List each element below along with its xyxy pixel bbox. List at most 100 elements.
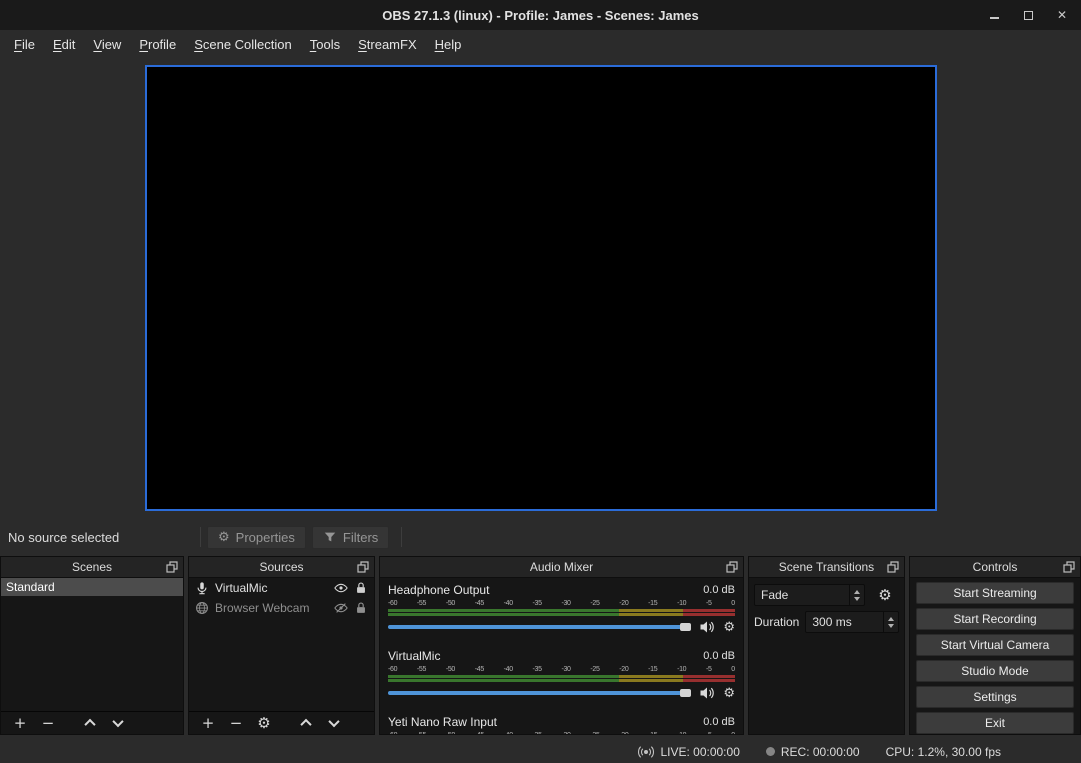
move-source-down-button[interactable] [324, 713, 344, 733]
lock-icon[interactable] [354, 581, 368, 595]
spinner-arrows-icon[interactable] [883, 612, 898, 632]
meter-scale: -60-55-50-45-40-35-30-25-20-15-10-50 [388, 664, 735, 673]
chevron-up-icon [300, 719, 311, 730]
start-virtual-camera-button[interactable]: Start Virtual Camera [916, 634, 1074, 656]
add-source-button[interactable]: + [198, 713, 218, 733]
move-scene-down-button[interactable] [108, 713, 128, 733]
lock-icon[interactable] [354, 601, 368, 615]
dock-title: Controls [973, 560, 1018, 574]
start-streaming-button[interactable]: Start Streaming [916, 582, 1074, 604]
scale-tick: -30 [561, 732, 570, 734]
transition-settings-button[interactable]: ⚙ [875, 585, 895, 605]
sources-dock: Sources VirtualMic Browser Webcam [188, 556, 375, 735]
transition-select[interactable]: Fade [754, 584, 865, 606]
dock-header: Sources [189, 557, 374, 578]
scale-tick: -15 [648, 600, 657, 607]
properties-button[interactable]: ⚙ Properties [207, 526, 306, 549]
remove-source-button[interactable]: − [226, 713, 246, 733]
scale-tick: -5 [706, 600, 712, 607]
preview-canvas[interactable] [145, 65, 937, 511]
broadcast-icon [638, 744, 654, 760]
maximize-button[interactable] [1021, 8, 1035, 22]
scale-tick: -30 [561, 600, 570, 607]
dropdown-arrows-icon [849, 585, 864, 605]
dock-header: Scenes [1, 557, 183, 578]
menu-item[interactable]: Edit [44, 32, 84, 57]
source-item[interactable]: Browser Webcam [189, 598, 374, 618]
volume-slider[interactable] [388, 691, 691, 695]
dock-title: Sources [259, 560, 303, 574]
source-list: VirtualMic Browser Webcam [189, 578, 374, 711]
scale-tick: -25 [590, 666, 599, 673]
source-properties-button[interactable]: ⚙ [254, 713, 274, 733]
dock-title: Audio Mixer [530, 560, 593, 574]
gear-icon[interactable]: ⚙ [723, 687, 735, 700]
source-item[interactable]: VirtualMic [189, 578, 374, 598]
eye-icon[interactable] [334, 581, 348, 595]
move-scene-up-button[interactable] [80, 713, 100, 733]
gear-icon[interactable]: ⚙ [723, 621, 735, 634]
scale-tick: -45 [475, 666, 484, 673]
scale-tick: -35 [533, 732, 542, 734]
volume-meter [388, 609, 735, 616]
menu-item[interactable]: StreamFX [349, 32, 426, 57]
chevron-down-icon [112, 716, 123, 727]
volume-slider[interactable] [388, 625, 691, 629]
scale-tick: -45 [475, 600, 484, 607]
scale-tick: -10 [677, 666, 686, 673]
scale-tick: -5 [706, 732, 712, 734]
live-time-text: LIVE: 00:00:00 [660, 745, 739, 759]
menu-item[interactable]: Profile [130, 32, 185, 57]
duration-spinbox[interactable]: 300 ms [805, 611, 899, 633]
scale-tick: 0 [731, 732, 735, 734]
menu-item[interactable]: File [5, 32, 44, 57]
menu-item[interactable]: Tools [301, 32, 349, 57]
plus-icon: + [14, 716, 27, 731]
speaker-icon[interactable] [699, 619, 715, 635]
scale-tick: -50 [446, 666, 455, 673]
meter-scale: -60-55-50-45-40-35-30-25-20-15-10-50 [388, 730, 735, 734]
scale-tick: -40 [504, 732, 513, 734]
source-label: Browser Webcam [215, 601, 328, 615]
menu-item[interactable]: View [84, 32, 130, 57]
slider-handle[interactable] [680, 689, 691, 697]
eye-slash-icon[interactable] [334, 601, 348, 615]
add-scene-button[interactable]: + [10, 713, 30, 733]
mixer-channel: Yeti Nano Raw Input 0.0 dB -60-55-50-45-… [388, 714, 735, 734]
remove-scene-button[interactable]: − [38, 713, 58, 733]
maximize-icon [1024, 11, 1033, 20]
title-bar: OBS 27.1.3 (linux) - Profile: James - Sc… [0, 0, 1081, 30]
settings-button[interactable]: Settings [916, 686, 1074, 708]
meter-scale: -60-55-50-45-40-35-30-25-20-15-10-50 [388, 598, 735, 607]
studio-mode-button[interactable]: Studio Mode [916, 660, 1074, 682]
start-recording-button[interactable]: Start Recording [916, 608, 1074, 630]
slider-handle[interactable] [680, 623, 691, 631]
transition-value: Fade [755, 588, 849, 602]
channel-name: VirtualMic [388, 649, 440, 663]
gear-icon: ⚙ [878, 588, 891, 603]
minimize-button[interactable] [987, 8, 1001, 22]
chevron-down-icon [328, 716, 339, 727]
filters-button[interactable]: Filters [312, 526, 389, 549]
source-label: VirtualMic [215, 581, 328, 595]
scene-list: Standard [1, 578, 183, 711]
microphone-icon [195, 581, 209, 595]
scale-tick: -15 [648, 666, 657, 673]
menu-bar: FileEditViewProfileScene CollectionTools… [0, 30, 1081, 58]
move-source-up-button[interactable] [296, 713, 316, 733]
plus-icon: + [202, 716, 215, 731]
popout-icon [166, 561, 178, 573]
menu-item[interactable]: Scene Collection [185, 32, 301, 57]
exit-button[interactable]: Exit [916, 712, 1074, 734]
scale-tick: -20 [619, 666, 628, 673]
cpu-fps-text: CPU: 1.2%, 30.00 fps [886, 745, 1001, 759]
speaker-icon[interactable] [699, 685, 715, 701]
toolbar-separator [200, 527, 201, 547]
scene-item[interactable]: Standard [1, 578, 183, 596]
close-button[interactable]: ✕ [1055, 8, 1069, 22]
menu-item[interactable]: Help [426, 32, 471, 57]
scale-tick: -20 [619, 600, 628, 607]
minus-icon: − [230, 716, 243, 731]
channel-name: Headphone Output [388, 583, 489, 597]
controls-dock: Controls Start Streaming Start Recording… [909, 556, 1081, 735]
